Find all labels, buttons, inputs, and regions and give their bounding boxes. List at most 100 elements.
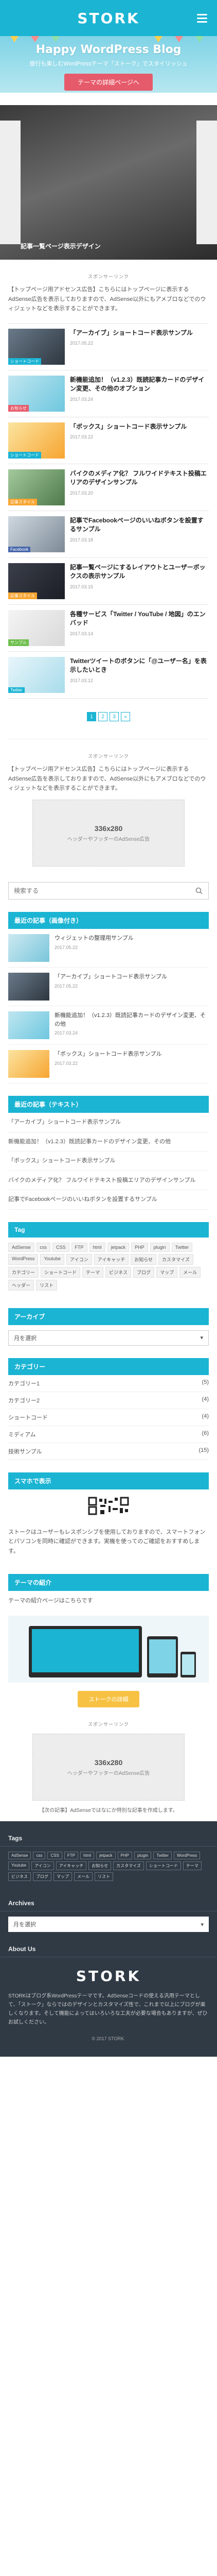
post-category[interactable]: Twitter	[8, 687, 25, 693]
tag-item[interactable]: リスト	[95, 1872, 113, 1882]
post-title[interactable]: 各種サービス「Twitter / YouTube / 地図」のエンバッド	[70, 610, 209, 628]
category-name[interactable]: ショートコード	[8, 1413, 48, 1421]
ad-box[interactable]: 336x280 ヘッダーやフッターのAdSense広告	[32, 1734, 185, 1801]
tag-item[interactable]: WordPress	[173, 1852, 201, 1860]
post-category[interactable]: ショートコード	[8, 452, 41, 459]
recent-item[interactable]: ウィジェットの整理用サンプル 2017.05.22	[8, 929, 209, 968]
tag-item[interactable]: Youtube	[8, 1861, 30, 1871]
post-title[interactable]: 記事一覧ページにするレイアウトとユーザーボックスの表示サンプル	[70, 563, 209, 581]
tag-item[interactable]: CSS	[47, 1852, 62, 1860]
recent-title[interactable]: 「ボックス」ショートコード表示サンプル	[55, 1050, 161, 1059]
archive-select[interactable]: 月を選択 ▾	[8, 1330, 209, 1346]
post-thumbnail[interactable]: 記事スタイル	[8, 469, 65, 506]
text-post-item[interactable]: 「アーカイブ」ショートコード表示サンプル	[8, 1113, 209, 1132]
slide-next-preview[interactable]	[196, 121, 217, 244]
tag-item[interactable]: お知らせ	[88, 1861, 112, 1871]
recent-item[interactable]: 「アーカイブ」ショートコード表示サンプル 2017.05.22	[8, 968, 209, 1007]
post-title[interactable]: 「ボックス」ショートコード表示サンプル	[70, 422, 209, 431]
post-item[interactable]: Facebook 記事でFacebookページのいいねボタンを設置するサンプル 2…	[8, 511, 209, 558]
post-item[interactable]: 記事スタイル 記事一覧ページにするレイアウトとユーザーボックスの表示サンプル 20…	[8, 558, 209, 605]
tag-item[interactable]: Twitter	[153, 1852, 172, 1860]
post-thumbnail[interactable]: Facebook	[8, 516, 65, 553]
tag-item[interactable]: jetpack	[96, 1852, 116, 1860]
tag-item[interactable]: お知らせ	[131, 1253, 157, 1265]
tag-item[interactable]: アイコン	[66, 1253, 92, 1265]
post-title[interactable]: 「アーカイブ」ショートコード表示サンプル	[70, 329, 209, 337]
category-item[interactable]: カテゴリー2 (4)	[8, 1392, 209, 1409]
recent-item[interactable]: 新機能追加！（v1.2.3）既読記事カードのデザイン変更、その他 2017.03.…	[8, 1006, 209, 1045]
tag-item[interactable]: カスタマイズ	[158, 1253, 193, 1265]
tag-item[interactable]: アイコン	[31, 1861, 54, 1871]
tag-item[interactable]: PHP	[131, 1242, 148, 1252]
category-item[interactable]: カテゴリー1 (5)	[8, 1375, 209, 1392]
tag-item[interactable]: ブログ	[33, 1872, 51, 1882]
post-category[interactable]: サンプル	[8, 639, 29, 647]
tag-item[interactable]: アイキャッチ	[94, 1253, 129, 1265]
post-item[interactable]: 記事スタイル バイクのメディア化？ フルワイドテキスト投稿エリアのデザインサンプ…	[8, 464, 209, 512]
featured-slider[interactable]: 記事一覧ページ表示デザイン	[0, 105, 217, 260]
recent-thumbnail[interactable]	[8, 934, 49, 962]
tag-item[interactable]: Twitter	[171, 1242, 193, 1252]
tag-item[interactable]: CSS	[52, 1242, 69, 1252]
tag-item[interactable]: plugin	[150, 1242, 170, 1252]
tag-item[interactable]: html	[89, 1242, 105, 1252]
tag-item[interactable]: ビジネス	[8, 1872, 31, 1882]
text-post-item[interactable]: 記事でFacebookページのいいねボタンを設置するサンプル	[8, 1190, 209, 1210]
page-3[interactable]: 3	[110, 712, 119, 722]
footer-archive-select[interactable]: 月を選択 ▾	[8, 1917, 209, 1933]
tag-item[interactable]: マップ	[53, 1872, 72, 1882]
post-thumbnail[interactable]: お知らせ	[8, 376, 65, 412]
recent-title[interactable]: 「アーカイブ」ショートコード表示サンプル	[55, 973, 167, 981]
tag-item[interactable]: リスト	[36, 1279, 58, 1291]
tag-item[interactable]: html	[80, 1852, 95, 1860]
text-post-item[interactable]: 新機能追加！（v1.2.3）既読記事カードのデザイン変更、その他	[8, 1132, 209, 1152]
post-thumbnail[interactable]: ショートコード	[8, 329, 65, 365]
tag-item[interactable]: ブログ	[133, 1266, 155, 1278]
slide-caption[interactable]: 記事一覧ページ表示デザイン	[21, 242, 101, 250]
tag-item[interactable]: ビジネス	[105, 1266, 132, 1278]
tag-item[interactable]: カスタマイズ	[113, 1861, 144, 1871]
post-item[interactable]: Twitter Twitterツイートのボタンに「@ユーザー名」を表示したいとき…	[8, 652, 209, 699]
ad-box[interactable]: 336x280 ヘッダーやフッターのAdSense広告	[32, 800, 185, 867]
tag-item[interactable]: jetpack	[107, 1242, 130, 1252]
category-name[interactable]: カテゴリー1	[8, 1379, 40, 1387]
page-2[interactable]: 2	[98, 712, 107, 722]
search-input[interactable]	[9, 883, 190, 900]
tag-item[interactable]: ヘッダー	[8, 1279, 34, 1291]
post-thumbnail[interactable]: サンプル	[8, 610, 65, 647]
category-item[interactable]: 技術サンプル (15)	[8, 1443, 209, 1460]
tag-item[interactable]: ショートコード	[41, 1266, 81, 1278]
post-thumbnail[interactable]: ショートコード	[8, 422, 65, 459]
tag-item[interactable]: FTP	[64, 1852, 79, 1860]
footer-logo[interactable]: STORK	[0, 1957, 217, 1985]
tag-item[interactable]: PHP	[117, 1852, 132, 1860]
post-category[interactable]: 記事スタイル	[8, 499, 37, 506]
category-item[interactable]: ミディアム (6)	[8, 1426, 209, 1443]
tag-item[interactable]: WordPress	[8, 1253, 39, 1265]
post-title[interactable]: バイクのメディア化？ フルワイドテキスト投稿エリアのデザインサンプル	[70, 469, 209, 487]
hero-button[interactable]: テーマの詳細ページへ	[64, 74, 153, 91]
post-thumbnail[interactable]: Twitter	[8, 657, 65, 693]
post-thumbnail[interactable]: 記事スタイル	[8, 563, 65, 600]
post-category[interactable]: ショートコード	[8, 358, 41, 365]
menu-icon[interactable]	[193, 9, 211, 27]
theme-detail-button[interactable]: ストークの詳細	[78, 1691, 139, 1708]
tag-item[interactable]: マップ	[156, 1266, 178, 1278]
recent-thumbnail[interactable]	[8, 1011, 49, 1040]
tag-item[interactable]: テーマ	[82, 1266, 104, 1278]
post-category[interactable]: 記事スタイル	[8, 592, 37, 600]
recent-thumbnail[interactable]	[8, 1050, 49, 1078]
tag-item[interactable]: css	[33, 1852, 46, 1860]
tag-item[interactable]: FTP	[71, 1242, 87, 1252]
text-post-item[interactable]: 「ボックス」ショートコード表示サンプル	[8, 1151, 209, 1171]
post-item[interactable]: お知らせ 新機能追加！（v1.2.3）既読記事カードのデザイン変更、その他のオプ…	[8, 370, 209, 418]
recent-title[interactable]: 新機能追加！（v1.2.3）既読記事カードのデザイン変更、その他	[55, 1011, 209, 1028]
post-category[interactable]: お知らせ	[8, 405, 29, 412]
page-next[interactable]: »	[121, 712, 130, 722]
category-name[interactable]: 技術サンプル	[8, 1447, 42, 1455]
tag-item[interactable]: AdSense	[8, 1242, 34, 1252]
site-logo[interactable]: STORK	[77, 10, 139, 27]
tag-item[interactable]: テーマ	[183, 1861, 202, 1871]
slide-prev-preview[interactable]	[0, 121, 21, 244]
recent-item[interactable]: 「ボックス」ショートコード表示サンプル 2017.03.22	[8, 1045, 209, 1084]
